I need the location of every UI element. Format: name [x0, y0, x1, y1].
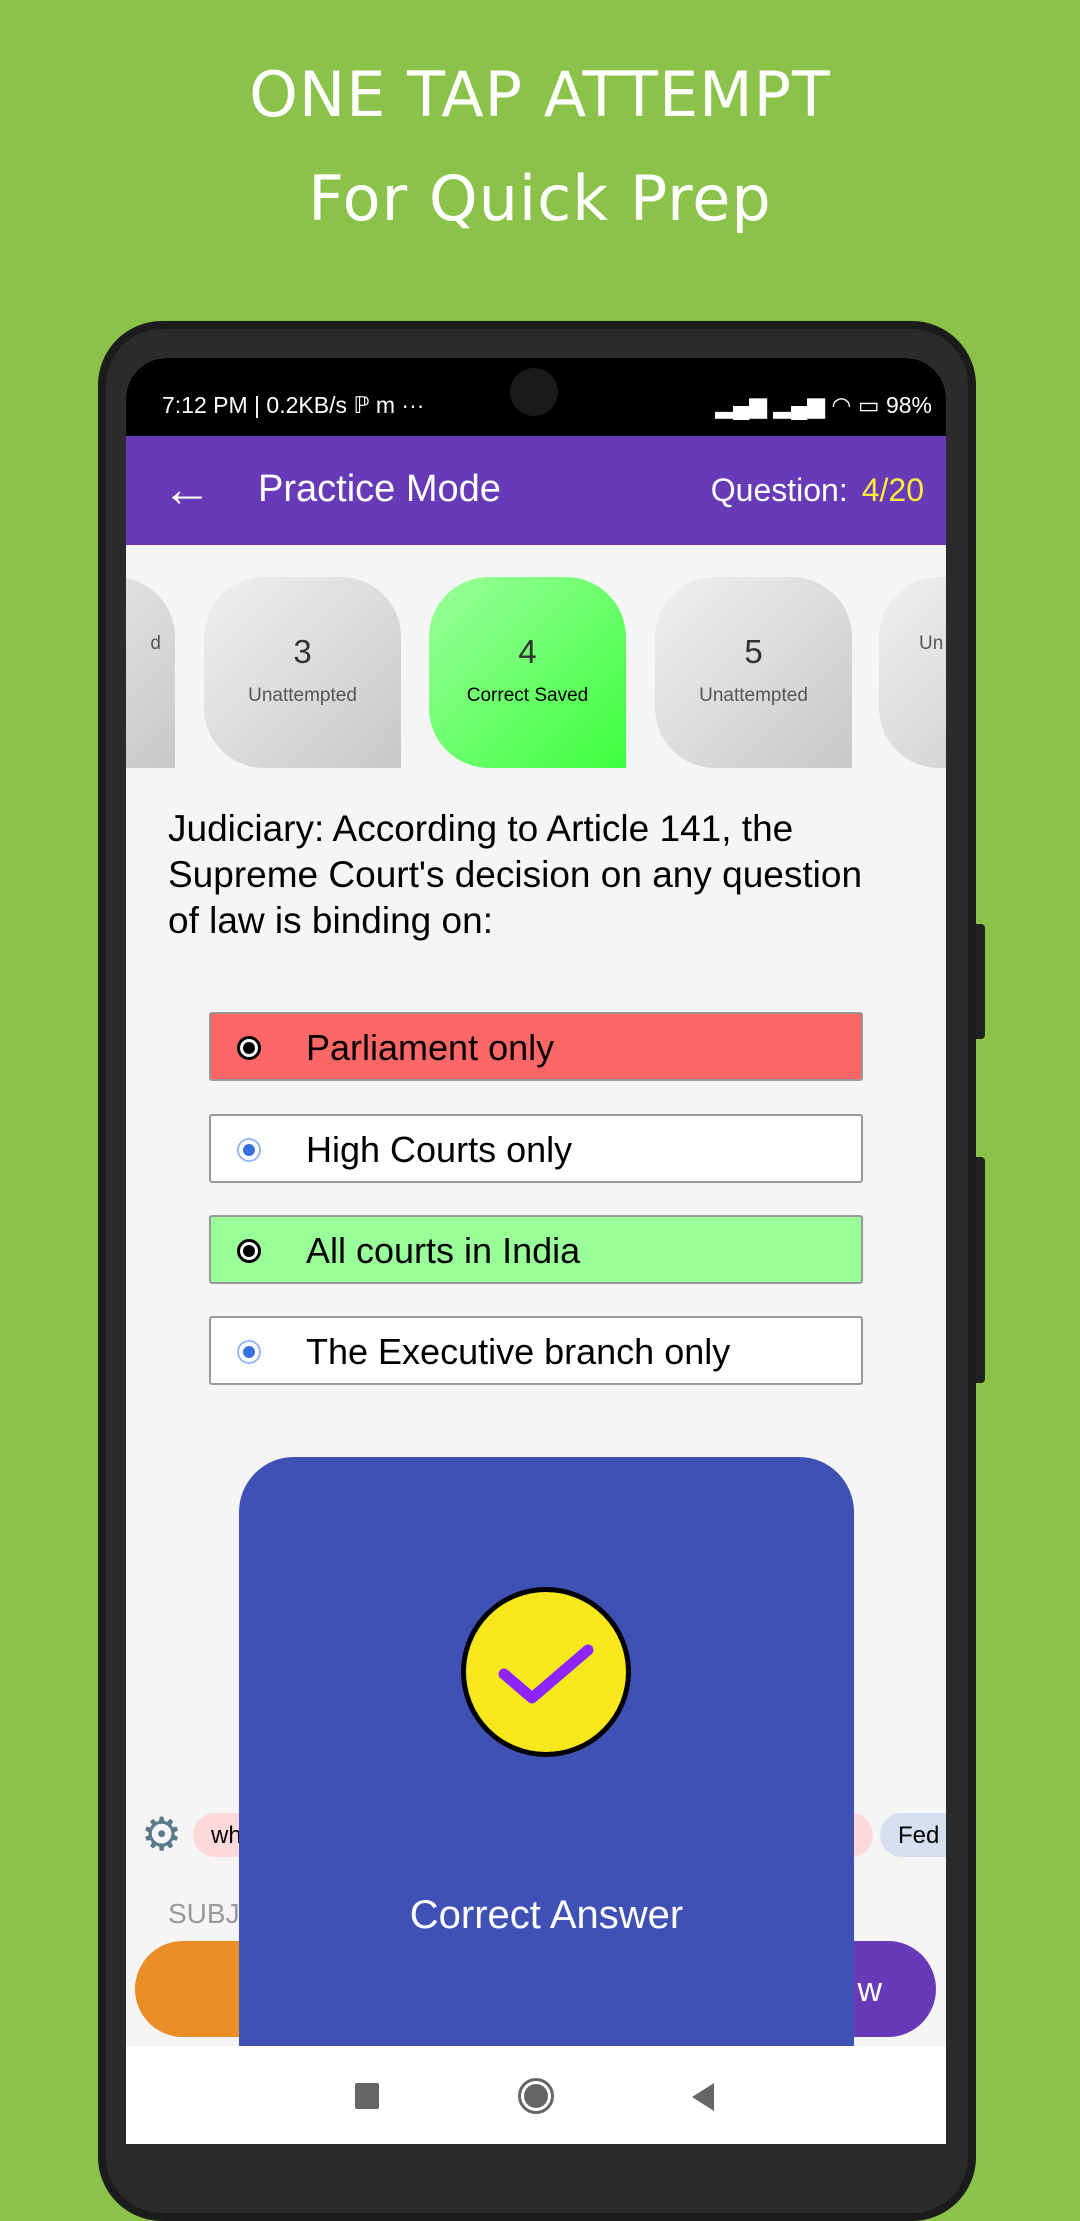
card-status: d	[150, 633, 161, 654]
radio-icon[interactable]	[237, 1138, 261, 1162]
check-icon	[461, 1587, 631, 1757]
card-number: 5	[744, 633, 763, 670]
chip-text: Fed	[898, 1822, 940, 1849]
option-4[interactable]: The Executive branch only	[209, 1316, 863, 1385]
home-icon[interactable]	[518, 2078, 554, 2114]
radio-icon[interactable]	[237, 1239, 261, 1263]
subject-label: SUBJ	[168, 1898, 240, 1929]
option-1[interactable]: Parliament only	[209, 1012, 863, 1081]
promo-line-1: ONE TAP ATTEMPT	[249, 58, 831, 131]
option-text: The Executive branch only	[306, 1331, 731, 1372]
card-status: Unattempted	[699, 685, 808, 706]
question-card-4[interactable]: 4 Correct Saved	[429, 577, 626, 768]
promo-line-2: For Quick Prep	[308, 162, 772, 235]
tag-chip[interactable]: Fed	[880, 1813, 946, 1857]
back-icon[interactable]	[692, 2083, 714, 2111]
question-counter: Question: 4/20	[711, 472, 924, 509]
status-bar: 7:12 PM | 0.2KB/s ℙ m ··· ▂▄▆ ▂▄▆ ◠ ▭ 98…	[126, 358, 946, 436]
card-status: Unattempted	[248, 685, 357, 706]
status-right: ▂▄▆ ▂▄▆ ◠ ▭ 98%	[715, 392, 932, 418]
camera-cutout	[510, 368, 558, 416]
option-text: Parliament only	[306, 1027, 555, 1068]
question-card-6[interactable]: Un	[879, 577, 946, 768]
option-2[interactable]: High Courts only	[209, 1114, 863, 1183]
button-label: w	[857, 1971, 882, 2009]
radio-icon[interactable]	[237, 1036, 261, 1060]
question-card-3[interactable]: 3 Unattempted	[204, 577, 401, 768]
system-nav-bar	[126, 2046, 946, 2144]
question-card-5[interactable]: 5 Unattempted	[655, 577, 852, 768]
dialog-label: Correct Answer	[409, 1893, 684, 1937]
question-progress: 4/20	[861, 472, 924, 508]
card-number: 4	[518, 633, 537, 670]
card-status: Un	[919, 633, 944, 654]
page-title: Practice Mode	[258, 468, 501, 510]
power-button	[976, 1157, 985, 1383]
answer-feedback-dialog: Correct Answer	[239, 1457, 854, 2057]
phone-screen: 7:12 PM | 0.2KB/s ℙ m ··· ▂▄▆ ▂▄▆ ◠ ▭ 98…	[126, 358, 946, 2144]
question-text: Judiciary: According to Article 141, the…	[168, 808, 863, 941]
option-text: All courts in India	[306, 1230, 581, 1271]
card-number: 3	[293, 633, 312, 670]
card-status: Correct Saved	[466, 685, 589, 706]
status-left: 7:12 PM | 0.2KB/s ℙ m ···	[162, 392, 425, 418]
gear-icon[interactable]: ⚙	[141, 1811, 182, 1857]
question-label: Question:	[710, 472, 848, 508]
option-3[interactable]: All courts in India	[209, 1215, 863, 1284]
question-card-2[interactable]: d	[126, 577, 175, 768]
chip-text: wh	[211, 1822, 242, 1849]
recents-icon[interactable]	[355, 2083, 379, 2109]
back-arrow-icon[interactable]: ←	[162, 464, 212, 514]
radio-icon[interactable]	[237, 1340, 261, 1364]
volume-button	[976, 924, 985, 1039]
app-bar: ← Practice Mode Question: 4/20	[126, 436, 946, 545]
option-text: High Courts only	[306, 1129, 573, 1170]
